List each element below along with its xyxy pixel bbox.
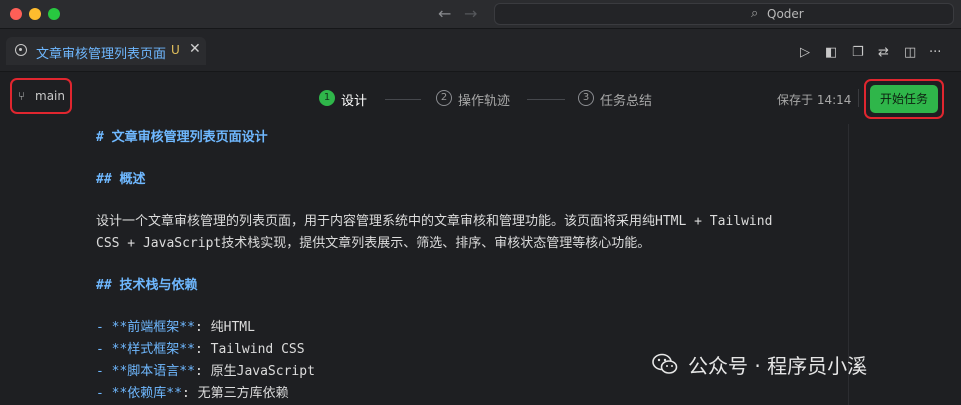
list-bullet: -: [96, 386, 112, 401]
tab-design-doc[interactable]: 文章审核管理列表页面 U ✕: [6, 37, 206, 65]
list-sep: :: [194, 320, 211, 335]
source-control-icon[interactable]: ⇄: [878, 46, 889, 60]
section-heading-tech-stack: ## 技术栈与依赖: [96, 278, 198, 293]
more-actions-icon[interactable]: ···: [929, 46, 941, 60]
run-icon[interactable]: ▷: [800, 46, 810, 60]
untracked-badge: U: [171, 43, 180, 57]
save-status: 保存于 14:14: [777, 93, 852, 107]
step-label: 设计: [341, 94, 368, 109]
list-key: **依赖库**: [111, 386, 182, 401]
minimize-window-button[interactable]: [29, 8, 41, 20]
start-task-button[interactable]: 开始任务: [870, 85, 938, 113]
list-value: 原生JavaScript: [210, 364, 315, 379]
compass-icon: [15, 44, 27, 56]
watermark-text: 公众号 · 程序员小溪: [688, 354, 868, 378]
list-sep: :: [194, 342, 211, 357]
list-value: 无第三方库依赖: [197, 386, 289, 401]
list-bullet: -: [96, 364, 112, 379]
start-button-highlight: 开始任务: [864, 79, 944, 119]
task-stepper-bar: ⑂ main 1 设计 2 操作轨迹 3 任务总结 保存于 14:14 开始任务: [0, 72, 961, 124]
branch-label: main: [35, 89, 65, 103]
list-bullet: -: [96, 320, 112, 335]
close-window-button[interactable]: [10, 8, 22, 20]
branch-selector[interactable]: ⑂ main: [10, 78, 72, 114]
step-label: 任务总结: [600, 94, 653, 109]
list-key: **样式框架**: [111, 342, 195, 357]
command-search-box[interactable]: ⌕ Qoder: [494, 3, 954, 25]
forward-arrow-icon[interactable]: →: [464, 4, 477, 23]
copy-icon[interactable]: ❐: [852, 46, 864, 60]
git-branch-icon: ⑂: [18, 89, 26, 103]
doc-title: # 文章审核管理列表页面设计: [96, 130, 268, 145]
list-sep: :: [181, 386, 198, 401]
list-item: - **样式框架**: Tailwind CSS: [96, 338, 305, 357]
step-connector: [385, 99, 421, 100]
maximize-window-button[interactable]: [48, 8, 60, 20]
step-label: 操作轨迹: [458, 94, 511, 109]
step-number: 1: [319, 90, 335, 106]
paragraph-line: CSS + JavaScript技术栈实现，提供文章列表展示、筛选、排序、审核状…: [96, 236, 651, 251]
list-bullet: -: [96, 342, 112, 357]
list-value: 纯HTML: [210, 320, 255, 335]
list-item: - **前端框架**: 纯HTML: [96, 316, 255, 335]
list-value: Tailwind CSS: [210, 342, 305, 357]
divider: [858, 89, 859, 107]
close-icon[interactable]: ✕: [189, 41, 201, 57]
app-name-label: Qoder: [767, 7, 804, 21]
step-number: 3: [578, 90, 594, 106]
step-connector: [527, 99, 565, 100]
search-icon: ⌕: [751, 6, 759, 21]
wechat-icon: [652, 353, 678, 374]
tab-title: 文章审核管理列表页面: [36, 47, 167, 62]
split-editor-icon[interactable]: ◫: [904, 46, 916, 60]
step-number: 2: [436, 90, 452, 106]
list-key: **脚本语言**: [111, 364, 195, 379]
list-item: - **脚本语言**: 原生JavaScript: [96, 360, 315, 379]
back-arrow-icon[interactable]: ←: [438, 4, 451, 23]
list-sep: :: [194, 364, 211, 379]
preview-icon[interactable]: ◧: [825, 46, 837, 60]
window-titlebar: ← → ⌕ Qoder: [0, 0, 961, 29]
editor-tab-bar: 文章审核管理列表页面 U ✕ ▷ ◧ ❐ ⇄ ◫ ···: [0, 29, 961, 72]
list-item: - **依赖库**: 无第三方库依赖: [96, 382, 289, 401]
paragraph-line: 设计一个文章审核管理的列表页面，用于内容管理系统中的文章审核和管理功能。该页面将…: [96, 214, 773, 229]
list-key: **前端框架**: [111, 320, 195, 335]
section-heading-overview: ## 概述: [96, 172, 146, 187]
